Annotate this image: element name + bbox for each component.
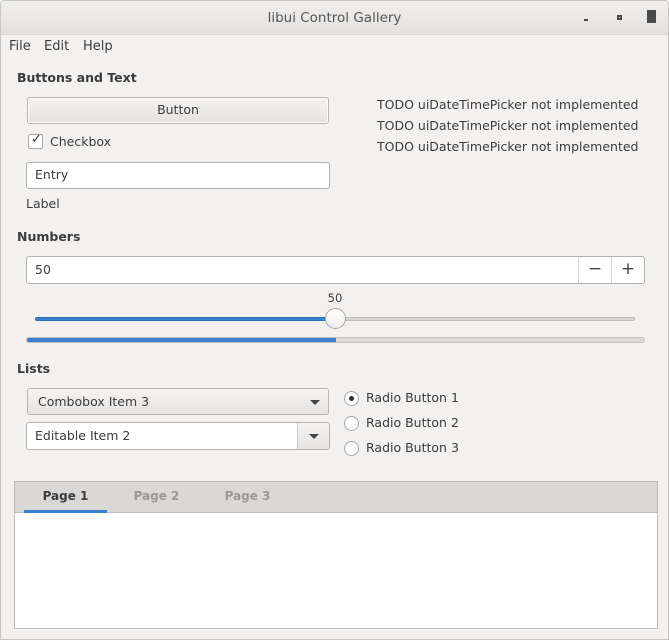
combobox[interactable]: Combobox Item 3: [27, 388, 329, 415]
tab-page-2[interactable]: Page 2: [115, 482, 198, 513]
gallery-button[interactable]: Button: [27, 97, 329, 124]
menu-bar: File Edit Help: [1, 35, 668, 59]
datetime-picker-placeholder: TODO uiDateTimePicker not implemented: [377, 97, 639, 112]
combobox-selected: Combobox Item 3: [38, 394, 150, 409]
tab-label: Page 1: [42, 489, 89, 503]
tab-label: Page 3: [224, 489, 271, 503]
radio-label: Radio Button 3: [366, 440, 459, 455]
tab-label: Page 2: [133, 489, 180, 503]
editable-combobox-dropdown-button[interactable]: [297, 423, 329, 449]
progress-bar: [26, 337, 645, 343]
app-window: libui Control Gallery ✕ File Edit Help B…: [0, 0, 669, 640]
maximize-button[interactable]: [611, 9, 629, 27]
spinbox-value[interactable]: 50: [35, 262, 51, 277]
decrement-button[interactable]: −: [578, 257, 611, 283]
radio-label: Radio Button 1: [366, 390, 459, 405]
menu-help[interactable]: Help: [83, 39, 113, 54]
chevron-down-icon: [309, 434, 319, 439]
tab-container: Page 1 Page 2 Page 3: [14, 481, 658, 629]
lists-heading: Lists: [17, 361, 51, 376]
close-icon: ✕: [647, 10, 657, 23]
radio-indicator[interactable]: [344, 416, 359, 431]
close-button[interactable]: ✕: [643, 9, 661, 27]
radio-indicator[interactable]: [344, 391, 359, 406]
radio-selected-dot: [349, 396, 354, 401]
date-picker-placeholder: TODO uiDateTimePicker not implemented: [377, 118, 639, 133]
chevron-down-icon: [310, 400, 320, 405]
slider-fill: [35, 317, 335, 321]
title-bar[interactable]: libui Control Gallery ✕: [1, 1, 668, 35]
progress-fill: [27, 338, 336, 342]
numbers-heading: Numbers: [17, 229, 81, 244]
slider-handle[interactable]: [324, 308, 346, 329]
minimize-button[interactable]: [578, 9, 596, 27]
radio-label: Radio Button 2: [366, 415, 459, 430]
editable-combobox-value[interactable]: Editable Item 2: [35, 428, 130, 443]
window-title: libui Control Gallery: [267, 10, 402, 26]
minimize-icon: [584, 19, 588, 21]
tab-page-3[interactable]: Page 3: [206, 482, 289, 513]
increment-button[interactable]: +: [611, 257, 644, 283]
static-label: Label: [26, 196, 60, 211]
radio-indicator[interactable]: [344, 441, 359, 456]
menu-edit[interactable]: Edit: [44, 39, 69, 54]
checkmark-icon: ✓: [31, 132, 42, 147]
checkbox[interactable]: ✓: [28, 132, 43, 149]
menu-file[interactable]: File: [9, 39, 31, 54]
time-picker-placeholder: TODO uiDateTimePicker not implemented: [377, 139, 639, 154]
tab-bar: Page 1 Page 2 Page 3: [15, 482, 657, 513]
slider-value-label: 50: [327, 291, 343, 305]
spinbox[interactable]: 50 − +: [26, 256, 645, 284]
active-tab-indicator: [24, 510, 107, 513]
checkbox-label: Checkbox: [50, 134, 112, 149]
maximize-icon: [617, 15, 622, 20]
editable-combobox[interactable]: Editable Item 2: [26, 422, 330, 450]
buttons-and-text-heading: Buttons and Text: [17, 70, 137, 85]
tab-page-1[interactable]: Page 1: [24, 482, 107, 513]
entry-field[interactable]: Entry: [26, 162, 330, 189]
